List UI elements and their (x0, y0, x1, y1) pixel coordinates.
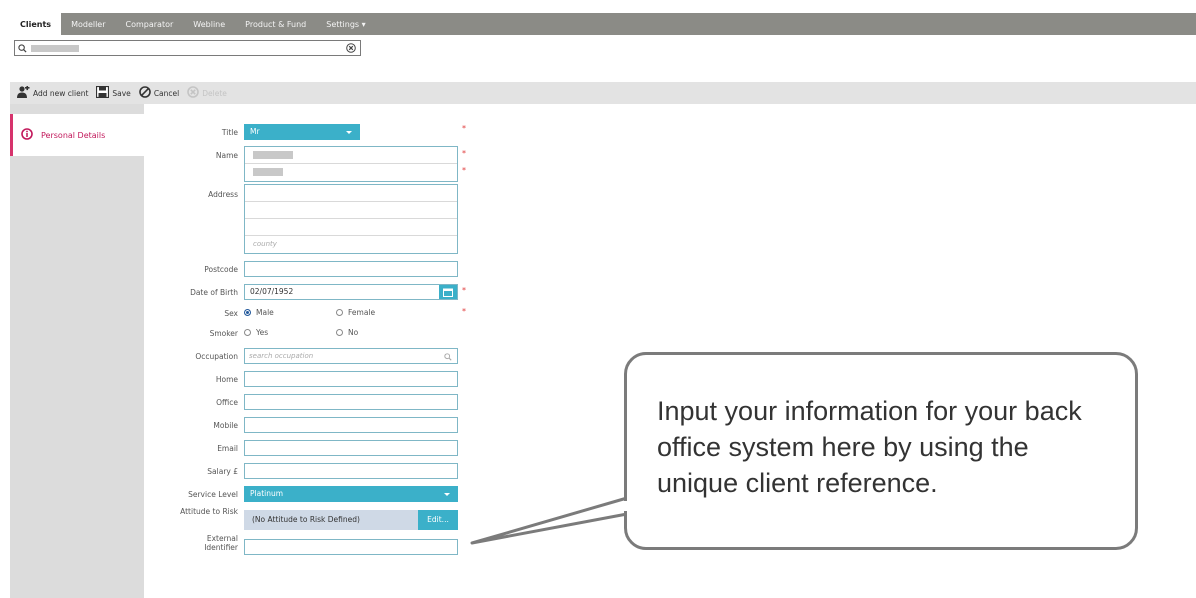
callout-bubble: Input your information for your back off… (624, 352, 1138, 550)
callout-text: Input your information for your back off… (657, 396, 1082, 498)
